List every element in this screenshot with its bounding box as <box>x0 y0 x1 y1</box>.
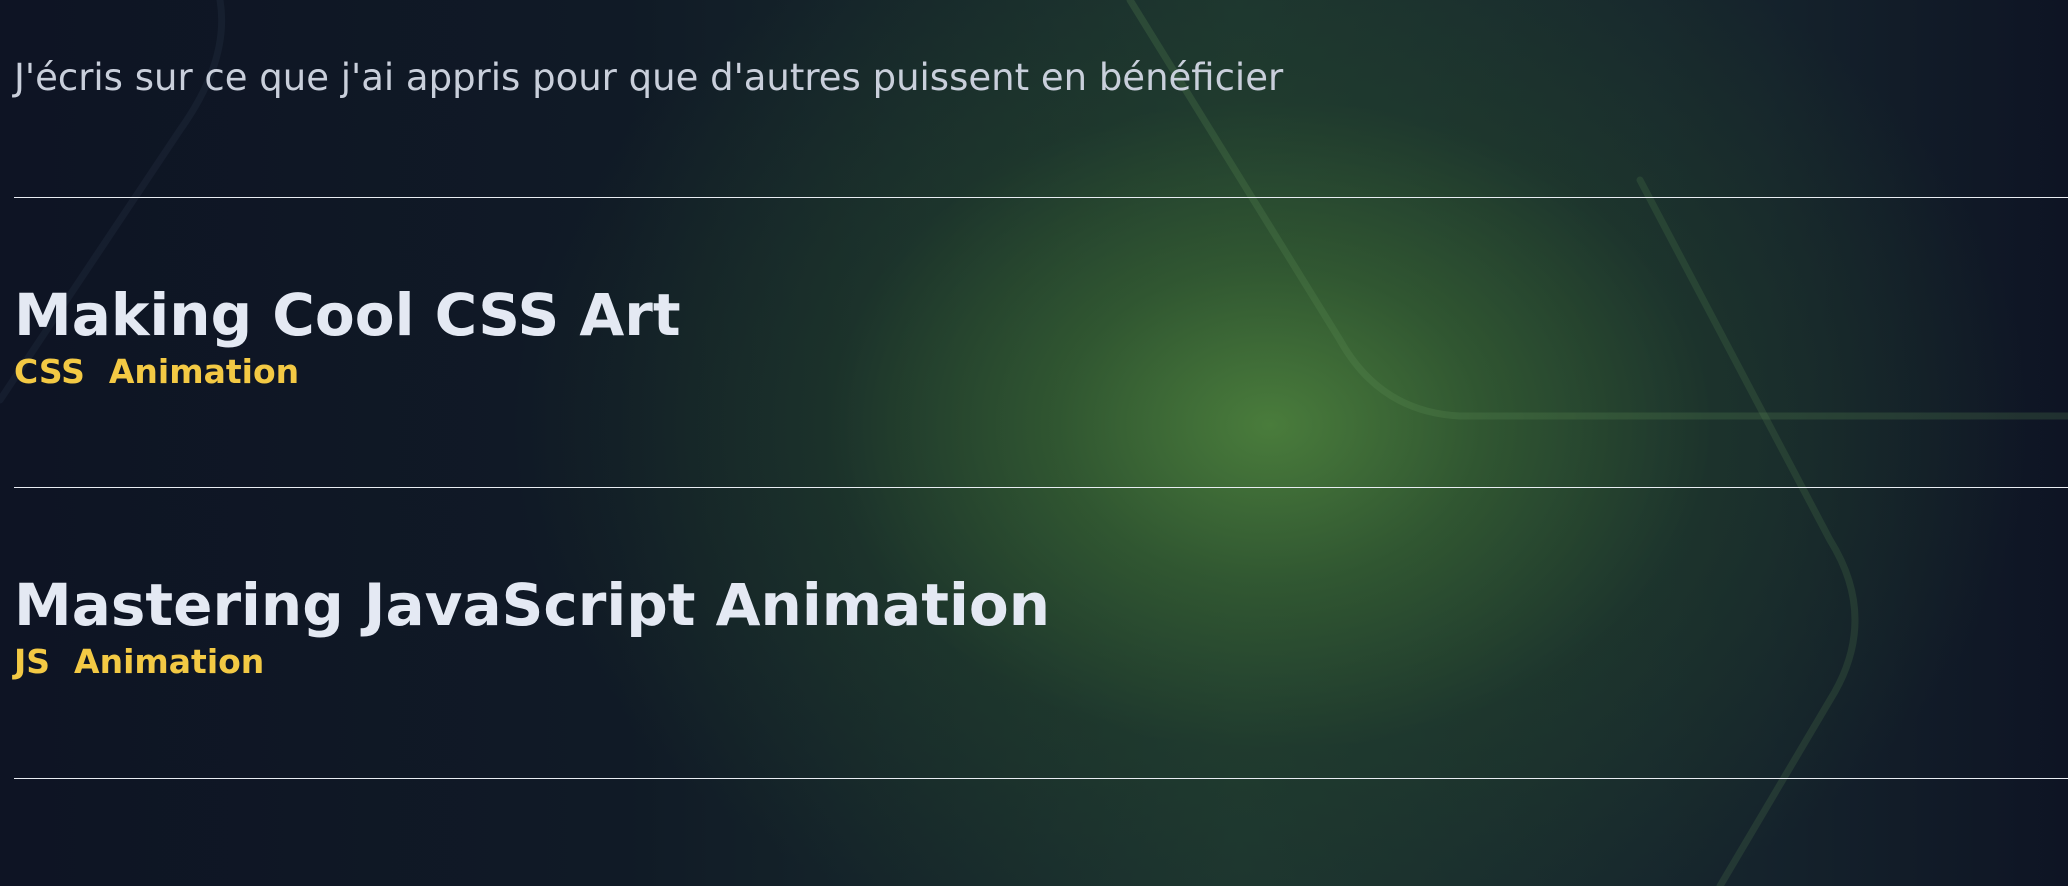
divider <box>14 197 2068 198</box>
post-link-mastering-javascript-animation[interactable]: Mastering JavaScript Animation JS Animat… <box>14 570 1050 682</box>
post-tags: JS Animation <box>14 642 1050 682</box>
divider <box>14 778 2068 779</box>
post-tags: CSS Animation <box>14 352 681 392</box>
post-title: Making Cool CSS Art <box>14 281 681 349</box>
post-title: Mastering JavaScript Animation <box>14 571 1051 639</box>
post-tag: Animation <box>108 352 300 391</box>
post-tag: CSS <box>14 352 85 391</box>
decor-line-chevron <box>1636 176 1859 886</box>
post-tag: JS <box>14 642 51 681</box>
page-tagline: J'écris sur ce que j'ai appris pour que … <box>14 56 1284 99</box>
post-tag: Animation <box>74 642 265 681</box>
post-link-making-cool-css-art[interactable]: Making Cool CSS Art CSS Animation <box>14 280 681 392</box>
background-decoration <box>0 0 2068 886</box>
divider <box>14 487 2068 488</box>
